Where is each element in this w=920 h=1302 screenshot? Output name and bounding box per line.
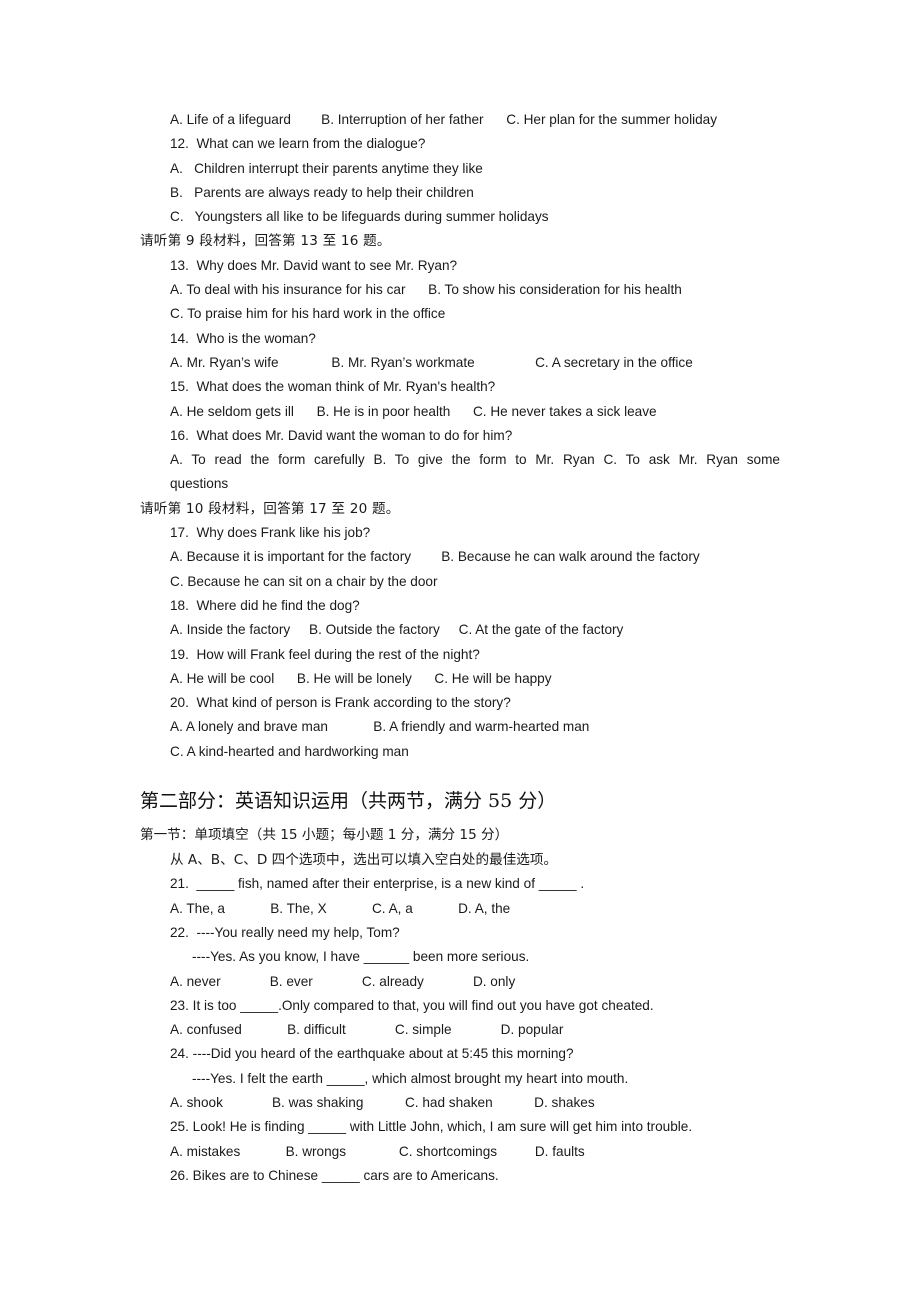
question-21-stem: 21. _____ fish, named after their enterp… [170,876,585,892]
listening-material-9-directive: 请听第 9 段材料，回答第 13 至 16 题。 [140,233,391,250]
question-16-stem: 16. What does Mr. David want the woman t… [170,427,513,443]
exam-page: A. Life of a lifeguard B. Interruption o… [0,0,920,1302]
question-16-options-line2: questions [170,476,229,492]
question-16-options-line1: A. To read the form carefully B. To give… [170,452,780,468]
question-22-stem: 22. ----You really need my help, Tom? [170,924,400,940]
question-24-stem: 24. ----Did you heard of the earthquake … [170,1046,574,1062]
question-18-options: A. Inside the factory B. Outside the fac… [170,622,624,638]
question-14-stem: 14. Who is the woman? [170,330,316,346]
question-18-stem: 18. Where did he find the dog? [170,597,360,613]
question-19-stem: 19. How will Frank feel during the rest … [170,646,480,662]
question-17-options-ab: A. Because it is important for the facto… [170,549,700,565]
question-15-stem: 15. What does the woman think of Mr. Rya… [170,379,496,395]
question-19-options: A. He will be cool B. He will be lonely … [170,670,552,686]
question-12-stem: 12. What can we learn from the dialogue? [170,136,426,152]
question-17-stem: 17. Why does Frank like his job? [170,525,371,541]
document-body: A. Life of a lifeguard B. Interruption o… [140,108,780,1188]
question-24-options: A. shook B. was shaking C. had shaken D.… [170,1094,595,1110]
question-24-stem-reply: ----Yes. I felt the earth _____, which a… [192,1070,629,1086]
question-15-options: A. He seldom gets ill B. He is in poor h… [170,403,657,419]
question-11-options: A. Life of a lifeguard B. Interruption o… [170,112,718,127]
part-two-heading: 第二部分：英语知识运用（共两节，满分 55 分） [140,790,557,813]
question-23-stem: 23. It is too _____.Only compared to tha… [170,997,654,1013]
listening-material-10-directive: 请听第 10 段材料，回答第 17 至 20 题。 [140,500,400,517]
question-12-option-b: B. Parents are always ready to help thei… [170,184,474,200]
question-14-options: A. Mr. Ryan’s wife B. Mr. Ryan’s workmat… [170,354,693,370]
question-12-option-a: A. Children interrupt their parents anyt… [170,160,483,176]
question-25-stem: 25. Look! He is finding _____ with Littl… [170,1119,693,1135]
question-20-option-c: C. A kind-hearted and hardworking man [170,743,409,759]
question-17-option-c: C. Because he can sit on a chair by the … [170,573,438,589]
question-12-option-c: C. Youngsters all like to be lifeguards … [170,209,549,225]
question-13-option-c: C. To praise him for his hard work in th… [170,306,446,322]
section-one-heading: 第一节：单项填空（共 15 小题；每小题 1 分，满分 15 分） [140,827,509,844]
question-22-stem-reply: ----Yes. As you know, I have ______ been… [192,949,530,965]
question-20-options-ab: A. A lonely and brave man B. A friendly … [170,719,590,735]
question-22-options: A. never B. ever C. already D. only [170,973,516,989]
question-26-stem: 26. Bikes are to Chinese _____ cars are … [170,1167,499,1183]
question-13-stem: 13. Why does Mr. David want to see Mr. R… [170,257,458,273]
question-20-stem: 20. What kind of person is Frank accordi… [170,695,511,711]
question-23-options: A. confused B. difficult C. simple D. po… [170,1022,564,1038]
question-13-options-ab: A. To deal with his insurance for his ca… [170,282,682,298]
section-one-instruction: 从 A、B、C、D 四个选项中，选出可以填入空白处的最佳选项。 [170,852,558,869]
question-25-options: A. mistakes B. wrongs C. shortcomings D.… [170,1143,585,1159]
question-21-options: A. The, a B. The, X C. A, a D. A, the [170,900,511,916]
